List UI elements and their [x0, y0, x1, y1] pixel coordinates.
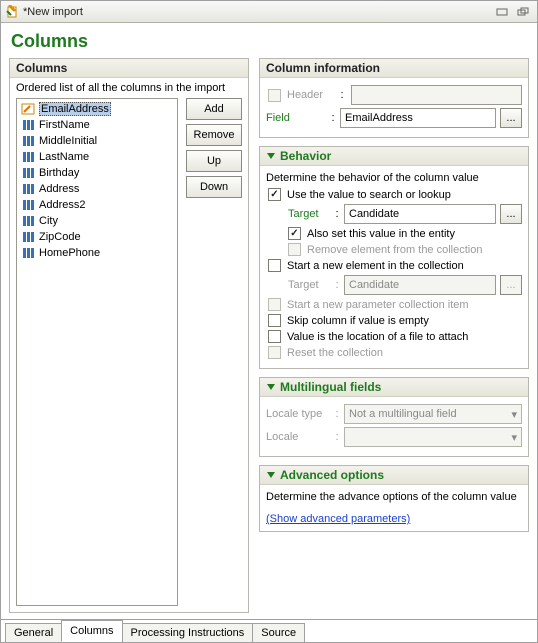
multilingual-header[interactable]: Multilingual fields: [260, 378, 528, 397]
start-new-checkbox[interactable]: Start a new element in the collection: [268, 259, 522, 272]
multilingual-group: Multilingual fields Locale type : Not a …: [259, 377, 529, 457]
column-icon: [21, 247, 35, 259]
list-item[interactable]: ZipCode: [17, 229, 177, 245]
pencil-icon: [21, 103, 35, 115]
down-button[interactable]: Down: [186, 176, 242, 198]
behavior-note: Determine the behavior of the column val…: [266, 172, 522, 184]
target1-label: Target: [288, 208, 330, 220]
column-list[interactable]: EmailAddress FirstName MiddleInitial LastNa…: [16, 98, 178, 606]
target2-input: [344, 275, 496, 295]
list-item[interactable]: HomePhone: [17, 245, 177, 261]
show-advanced-link[interactable]: (Show advanced parameters): [266, 513, 410, 525]
reset-collection-checkbox: Reset the collection: [268, 346, 522, 359]
list-item-label: FirstName: [39, 119, 90, 131]
column-icon: [21, 135, 35, 147]
locale-label: Locale: [266, 431, 330, 443]
editor-window: *New import Columns Columns Ordered list…: [0, 0, 538, 643]
behavior-group: Behavior Determine the behavior of the c…: [259, 146, 529, 369]
column-icon: [21, 167, 35, 179]
use-search-checkbox[interactable]: Use the value to search or lookup: [268, 188, 522, 201]
chevron-down-icon: ▾: [511, 408, 517, 421]
twistie-down-icon: [266, 151, 276, 161]
list-item-label: Address2: [39, 199, 85, 211]
tab-source[interactable]: Source: [252, 623, 305, 643]
header-input: [351, 85, 522, 105]
list-item-label: Birthday: [39, 167, 79, 179]
column-icon: [21, 183, 35, 195]
columns-subtitle: Ordered list of all the columns in the i…: [16, 82, 242, 94]
window-title: *New import: [23, 6, 493, 18]
tab-general[interactable]: General: [5, 623, 62, 643]
list-item[interactable]: City: [17, 213, 177, 229]
list-item-label: EmailAddress: [39, 102, 111, 116]
header-checkbox: [268, 89, 281, 102]
titlebar: *New import: [1, 1, 537, 23]
tab-columns[interactable]: Columns: [61, 620, 122, 642]
list-item-label: LastName: [39, 151, 89, 163]
file-location-checkbox[interactable]: Value is the location of a file to attac…: [268, 330, 522, 343]
target1-browse-button[interactable]: ...: [500, 204, 522, 224]
advanced-group: Advanced options Determine the advance o…: [259, 465, 529, 532]
list-item[interactable]: FirstName: [17, 117, 177, 133]
column-info-group: Column information Header : Field :: [259, 58, 529, 138]
list-item[interactable]: MiddleInitial: [17, 133, 177, 149]
column-icon: [21, 199, 35, 211]
columns-group: Columns Ordered list of all the columns …: [9, 58, 249, 613]
list-item-label: Address: [39, 183, 79, 195]
advanced-header[interactable]: Advanced options: [260, 466, 528, 485]
bottom-tabs: GeneralColumnsProcessing InstructionsSou…: [1, 619, 537, 642]
column-icon: [21, 119, 35, 131]
list-item-label: MiddleInitial: [39, 135, 97, 147]
list-item-label: ZipCode: [39, 231, 81, 243]
column-info-header: Column information: [260, 59, 528, 78]
tab-processing-instructions[interactable]: Processing Instructions: [122, 623, 254, 643]
locale-type-label: Locale type: [266, 408, 330, 420]
target1-input[interactable]: [344, 204, 496, 224]
list-item-label: HomePhone: [39, 247, 100, 259]
twistie-down-icon: [266, 470, 276, 480]
import-file-icon: [5, 5, 19, 19]
locale-type-combo: Not a multilingual field ▾: [344, 404, 522, 424]
remove-element-checkbox: Remove element from the collection: [288, 243, 522, 256]
list-item[interactable]: LastName: [17, 149, 177, 165]
list-item[interactable]: EmailAddress: [17, 101, 177, 117]
column-icon: [21, 151, 35, 163]
add-button[interactable]: Add: [186, 98, 242, 120]
field-label: Field: [266, 112, 326, 124]
also-set-checkbox[interactable]: Also set this value in the entity: [288, 227, 522, 240]
header-label: Header: [287, 89, 333, 101]
advanced-note: Determine the advance options of the col…: [266, 491, 522, 503]
list-item[interactable]: Birthday: [17, 165, 177, 181]
list-item-label: City: [39, 215, 58, 227]
field-input[interactable]: [340, 108, 496, 128]
field-browse-button[interactable]: ...: [500, 108, 522, 128]
page-title: Columns: [11, 31, 529, 52]
twistie-down-icon: [266, 382, 276, 392]
columns-group-header: Columns: [10, 59, 248, 78]
page-content: Columns Columns Ordered list of all the …: [1, 23, 537, 619]
target2-browse-button: ...: [500, 275, 522, 295]
chevron-down-icon: ▾: [511, 431, 517, 444]
list-item[interactable]: Address2: [17, 197, 177, 213]
column-icon: [21, 231, 35, 243]
maximize-button[interactable]: [515, 5, 533, 19]
skip-empty-checkbox[interactable]: Skip column if value is empty: [268, 314, 522, 327]
remove-button[interactable]: Remove: [186, 124, 242, 146]
minimize-button[interactable]: [493, 5, 511, 19]
target2-label: Target: [288, 279, 330, 291]
column-icon: [21, 215, 35, 227]
start-param-checkbox: Start a new parameter collection item: [268, 298, 522, 311]
locale-combo: ▾: [344, 427, 522, 447]
header-checkbox-row: Header :: [268, 85, 522, 105]
behavior-header[interactable]: Behavior: [260, 147, 528, 166]
up-button[interactable]: Up: [186, 150, 242, 172]
list-item[interactable]: Address: [17, 181, 177, 197]
